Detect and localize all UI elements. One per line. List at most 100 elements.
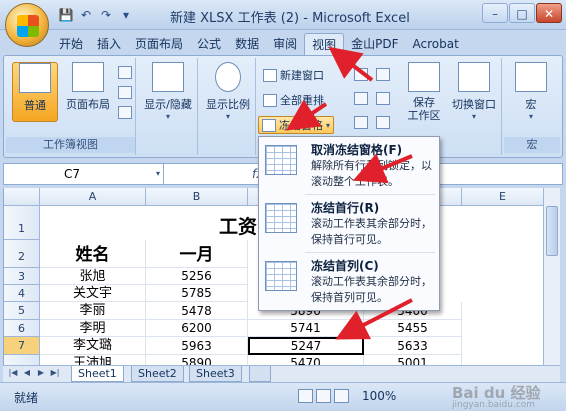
header-name[interactable]: 姓名 [40,240,146,268]
chevron-down-icon[interactable]: ▾ [156,164,160,184]
row-header-2[interactable]: 2 [4,240,40,268]
cell-b4[interactable]: 5785 [146,285,248,302]
macros-button[interactable]: 宏 ▾ [508,62,554,122]
sheet-tab-2[interactable]: Sheet2 [131,366,184,382]
switch-windows-button[interactable]: 切换窗口 ▾ [448,62,500,122]
next-sheet-icon[interactable]: ▶ [35,368,47,377]
cell-a7[interactable]: 李文璐 [40,337,146,355]
synchronous-scrolling-icon[interactable] [376,92,390,105]
qat-more-icon[interactable]: ▾ [118,7,134,23]
vertical-scrollbar[interactable] [543,188,560,365]
select-all-corner[interactable] [4,188,40,206]
menu-item-desc: 解除所有行和列锁定，以滚动整个工作表。 [311,159,432,188]
tab-acrobat[interactable]: Acrobat [406,33,466,55]
normal-view-icon [19,63,51,93]
cell-a4[interactable]: 关文宇 [40,285,146,302]
split-icon[interactable] [354,68,368,81]
cell-c8[interactable]: 5470 [248,355,364,365]
tab-formulas[interactable]: 公式 [190,33,228,55]
zoom-level[interactable]: 100% [362,389,396,403]
cell-b7[interactable]: 5963 [146,337,248,355]
page-layout-view-button[interactable]: 页面布局 [60,62,116,122]
cell-a5[interactable]: 李丽 [40,302,146,320]
minimize-button[interactable]: – [482,3,508,23]
new-window-button[interactable]: 新建窗口 [260,66,327,84]
maximize-button[interactable]: □ [509,3,535,23]
cell-b6[interactable]: 6200 [146,320,248,337]
cell-c7-active[interactable]: 5247 [248,337,364,355]
chevron-down-icon: ▾ [165,112,170,121]
menu-item-title: 冻结首列(C) [311,259,379,273]
first-sheet-icon[interactable]: |◀ [7,368,19,377]
cell-a3[interactable]: 张旭 [40,268,146,285]
cell-d6[interactable]: 5455 [364,320,462,337]
prev-sheet-icon[interactable]: ◀ [21,368,33,377]
close-button[interactable]: ✕ [536,3,562,23]
menu-item-desc: 滚动工作表其余部分时，保持首列可见。 [311,275,432,304]
sheet-tabs-bar: |◀ ◀ ▶ ▶| Sheet1 Sheet2 Sheet3 [3,365,560,382]
save-workspace-button[interactable]: 保存 工作区 [402,62,446,122]
page-break-preview-icon[interactable] [118,66,132,79]
menu-item-unfreeze-panes[interactable]: 取消冻结窗格(F) 解除所有行和列锁定，以滚动整个工作表。 [259,137,439,193]
row-header-6[interactable]: 6 [4,320,40,337]
cell-d7[interactable]: 5633 [364,337,462,355]
row-header-4[interactable]: 4 [4,285,40,302]
view-side-by-side-icon[interactable] [376,68,390,81]
row-header-5[interactable]: 5 [4,302,40,320]
hide-window-icon[interactable] [354,92,368,105]
reset-window-position-icon[interactable] [376,116,390,129]
menu-item-title: 取消冻结窗格(F) [311,143,403,157]
page-break-view-icon[interactable] [334,389,349,403]
row-header-1[interactable]: 1 [4,206,40,240]
tab-kingsoft-pdf[interactable]: 金山PDF [344,33,405,55]
full-screen-icon[interactable] [118,106,132,119]
zoom-button[interactable]: 显示比例 ▾ [202,62,254,122]
new-window-icon [263,68,277,82]
tab-home[interactable]: 开始 [52,33,90,55]
redo-icon[interactable]: ↷ [98,7,114,23]
group-zoom: 显示比例 ▾ [200,58,256,155]
sheet-tab-1[interactable]: Sheet1 [71,366,124,382]
cell-d8[interactable]: 5001 [364,355,462,365]
cell-b5[interactable]: 5478 [146,302,248,320]
insert-sheet-icon[interactable] [249,366,271,382]
header-month1[interactable]: 一月 [146,240,248,268]
office-button[interactable] [5,3,49,47]
show-hide-button[interactable]: 显示/隐藏 ▾ [140,62,196,122]
undo-icon[interactable]: ↶ [78,7,94,23]
freeze-panes-button[interactable]: 冻结窗格 ▾ [258,116,335,134]
column-header-e[interactable]: E [462,188,543,206]
column-header-b[interactable]: B [146,188,248,206]
cell-b8[interactable]: 5890 [146,355,248,365]
menu-item-freeze-top-row[interactable]: 冻结首行(R) 滚动工作表其余部分时，保持首行可见。 [259,195,439,251]
cell-b3[interactable]: 5256 [146,268,248,285]
scrollbar-thumb[interactable] [546,206,558,256]
row-header-3[interactable]: 3 [4,268,40,285]
custom-views-icon[interactable] [118,86,132,99]
sheet-tab-3[interactable]: Sheet3 [189,366,242,382]
normal-view-button[interactable]: 普通 [12,62,58,122]
tab-data[interactable]: 数据 [228,33,266,55]
view-buttons [298,389,349,403]
normal-view-icon[interactable] [298,389,313,403]
row-header-8[interactable] [4,355,40,365]
menu-item-freeze-first-column[interactable]: 冻结首列(C) 滚动工作表其余部分时，保持首列可见。 [259,253,439,309]
show-hide-label: 显示/隐藏 [144,98,192,111]
tab-review[interactable]: 审阅 [266,33,304,55]
save-icon[interactable]: 💾 [58,7,74,23]
name-box[interactable]: C7 ▾ [4,164,164,184]
row-header-7[interactable]: 7 [4,337,40,355]
tab-insert[interactable]: 插入 [90,33,128,55]
page-layout-view-icon[interactable] [316,389,331,403]
cell-c6[interactable]: 5741 [248,320,364,337]
tab-page-layout[interactable]: 页面布局 [128,33,190,55]
arrange-all-button[interactable]: 全部重排 [260,91,327,109]
sheet-title: 工资 [219,216,258,238]
column-header-a[interactable]: A [40,188,146,206]
tab-view[interactable]: 视图 [304,33,345,55]
cell-a6[interactable]: 李明 [40,320,146,337]
last-sheet-icon[interactable]: ▶| [49,368,61,377]
cell-a8[interactable]: 王沛旭 [40,355,146,365]
unhide-window-icon[interactable] [354,116,368,129]
window-controls: – □ ✕ [482,3,562,23]
